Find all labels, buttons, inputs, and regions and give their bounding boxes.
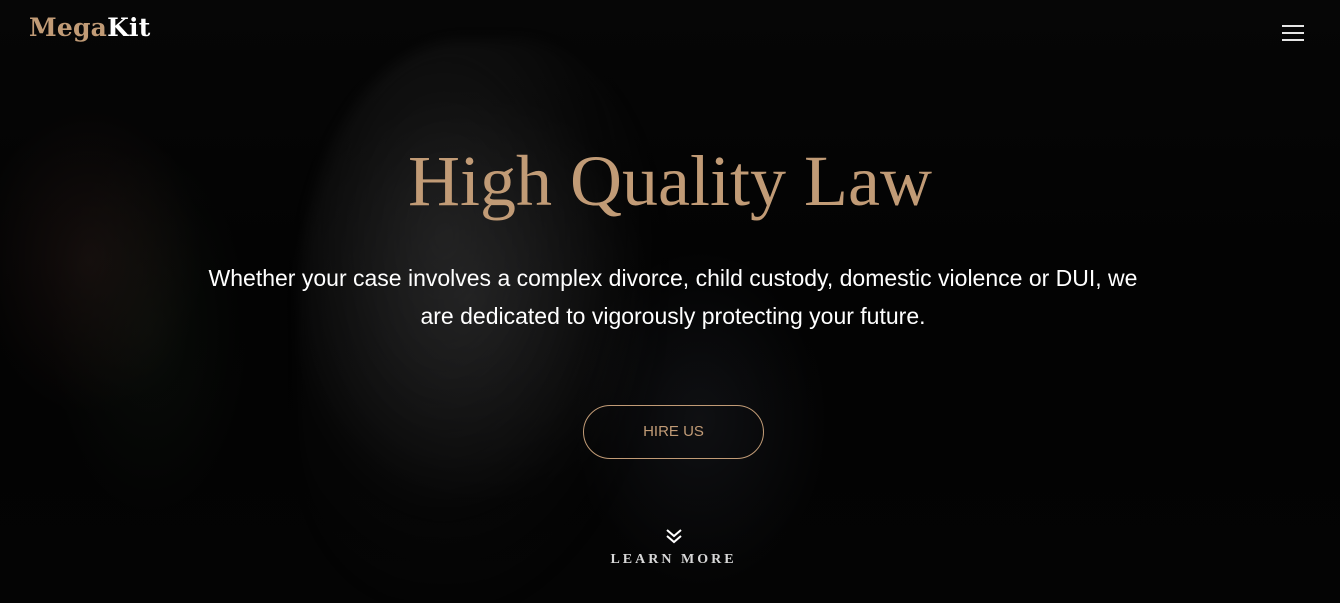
logo[interactable]: MegaKit bbox=[29, 12, 150, 44]
menu-line bbox=[1282, 32, 1304, 34]
menu-line bbox=[1282, 39, 1304, 41]
logo-kit: Kit bbox=[107, 13, 151, 42]
hamburger-menu-icon[interactable] bbox=[1278, 22, 1308, 44]
hero-subtitle: Whether your case involves a complex div… bbox=[208, 265, 1138, 329]
learn-more-label: LEARN MORE bbox=[610, 552, 737, 567]
menu-line bbox=[1282, 25, 1304, 27]
hero-section: MegaKit High Quality Law Whether your ca… bbox=[0, 0, 1340, 603]
double-chevron-down-icon bbox=[665, 529, 682, 544]
hire-us-button[interactable]: HIRE US bbox=[583, 405, 764, 459]
logo-mega: Mega bbox=[29, 13, 108, 42]
learn-more-link[interactable]: LEARN MORE bbox=[570, 528, 777, 580]
hero-title: High Quality Law bbox=[408, 141, 932, 221]
